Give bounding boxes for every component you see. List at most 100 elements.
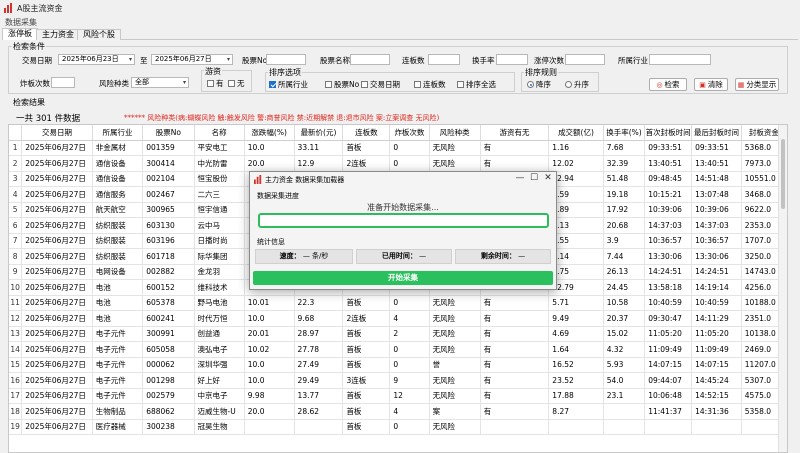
table-row[interactable]: 11 2025年06月27日 电池 605378 野马电池 10.01 22.3 首板 0 无风险… — [9, 295, 787, 311]
close-icon[interactable]: ✕ — [541, 173, 555, 183]
hot-money-no-checkbox[interactable]: 无 — [228, 79, 245, 88]
table-cell: 2025年06月27日 — [21, 310, 93, 327]
column-header[interactable]: 名称 — [194, 125, 245, 141]
search-button[interactable]: ◎ 检索 — [649, 78, 687, 91]
tab-main-capital[interactable]: 主力资金 — [36, 29, 80, 40]
stock-name-input[interactable] — [350, 54, 390, 65]
tab-limit-up[interactable]: 涨停板 — [2, 28, 38, 40]
table-cell: 14:19:14 — [691, 279, 742, 296]
sort-select-all-checkbox[interactable]: 排序全选 — [457, 80, 496, 89]
table-row[interactable]: 13 2025年06月27日 电子元件 300991 创益通 20.01 28.97 首板 2 无… — [9, 326, 787, 342]
table-cell: 首板 — [342, 357, 391, 373]
sort-trade-date-checkbox[interactable]: 交易日期 — [361, 80, 400, 89]
table-cell: 605378 — [142, 295, 195, 311]
table-row[interactable]: 2 2025年06月27日 通信设备 300414 中光防雷 20.0 12.9 2连板 0 无风… — [9, 155, 787, 172]
table-cell: 27.49 — [294, 357, 344, 373]
row-number: 14 — [9, 341, 23, 358]
table-cell: 300965 — [142, 202, 195, 218]
table-cell: 无风险 — [429, 341, 481, 358]
table-cell: 09:33:51 — [644, 140, 693, 156]
table-cell: 7.44 — [603, 248, 646, 265]
column-header[interactable]: 股票No — [142, 125, 195, 141]
sort-board-count-checkbox[interactable]: 连板数 — [414, 80, 446, 89]
table-cell: 14:31:36 — [691, 403, 742, 420]
table-cell: 2025年06月27日 — [21, 279, 93, 296]
column-header[interactable]: 首次封板时间 — [644, 125, 693, 141]
table-cell: 有 — [480, 326, 550, 342]
scroll-thumb[interactable] — [781, 139, 785, 209]
column-header[interactable]: 所属行业 — [92, 125, 144, 141]
sort-stock-no-checkbox[interactable]: 股票No — [325, 80, 359, 89]
table-cell: 22.3 — [294, 295, 344, 311]
table-row[interactable]: 16 2025年06月27日 电子元件 001298 好上好 10.0 29.49 3连板 9 无… — [9, 372, 787, 389]
column-header[interactable]: 换手率(%) — [603, 125, 646, 141]
remaining-stat: 剩余时间： — — [455, 249, 551, 264]
speed-stat: 速度： — 条/秒 — [255, 249, 353, 264]
table-cell: 13:58:18 — [644, 279, 693, 296]
row-number: 13 — [9, 326, 23, 342]
table-cell: 0 — [389, 419, 430, 435]
turnover-input[interactable] — [496, 54, 528, 65]
start-collect-button[interactable]: 开始采集 — [253, 271, 553, 285]
board-count-input[interactable] — [428, 54, 460, 65]
column-header[interactable] — [9, 125, 23, 141]
date-from-picker[interactable]: 2025年06月23日 ▾ — [58, 54, 135, 65]
burst-count-input[interactable] — [51, 77, 75, 88]
table-cell: 电子元件 — [92, 388, 144, 404]
table-row[interactable]: 19 2025年06月27日 医疗器械 300238 冠昊生物 首板 0 无风险 — [9, 419, 787, 435]
column-header[interactable]: 最后封板时间 — [691, 125, 742, 141]
risk-type-select[interactable]: 全部 ▾ — [131, 77, 189, 88]
table-cell: 14:37:03 — [691, 217, 742, 234]
table-row[interactable]: 1 2025年06月27日 非金属材 001359 平安电工 10.0 33.11 首板 0 无风… — [9, 140, 787, 156]
maximize-icon[interactable]: ☐ — [527, 173, 541, 183]
sort-rule-title: 排序规则 — [524, 67, 558, 78]
table-cell: 600241 — [142, 310, 195, 327]
table-cell: 4 — [389, 403, 430, 420]
sort-desc-radio[interactable]: 降序 — [527, 80, 551, 89]
column-header[interactable]: 最新价(元) — [294, 125, 344, 141]
column-header[interactable]: 炸板次数 — [389, 125, 430, 141]
clear-button[interactable]: ▣ 清除 — [694, 78, 728, 91]
table-cell: 0 — [389, 155, 430, 172]
tab-risk-stocks[interactable]: 风险个股 — [77, 29, 121, 40]
sort-industry-checkbox[interactable]: 所属行业 — [269, 80, 308, 89]
table-cell: 19.18 — [603, 186, 646, 203]
hot-money-yes-checkbox[interactable]: 有 — [207, 79, 224, 88]
table-row[interactable]: 17 2025年06月27日 电子元件 002579 中京电子 9.98 13.77 首板 12… — [9, 388, 787, 404]
table-row[interactable]: 18 2025年06月27日 生物制品 688062 迈威生物-U 20.0 28.62 首板… — [9, 403, 787, 420]
table-row[interactable]: 12 2025年06月27日 电池 600241 时代万恒 10.0 9.68 2连板 4 无风险… — [9, 310, 787, 327]
table-cell: 13:40:51 — [644, 155, 693, 172]
collect-loader-dialog: 主力资金 数据采集加载器 — ☐ ✕ 数据采集进度 准备开始数据采集... 统计… — [249, 171, 557, 290]
column-header[interactable]: 连板数 — [342, 125, 391, 141]
table-cell: 野马电池 — [194, 295, 245, 311]
table-cell: 通信设备 — [92, 155, 144, 172]
column-header[interactable]: 涨跌幅(%) — [244, 125, 295, 141]
minimize-icon[interactable]: — — [513, 173, 527, 183]
table-cell: 誉 — [429, 357, 481, 373]
date-to-picker[interactable]: 2025年06月27日 ▾ — [151, 54, 233, 65]
table-cell: 4 — [389, 310, 430, 327]
industry-input[interactable] — [649, 54, 711, 65]
table-cell — [480, 419, 550, 435]
table-cell: 案 — [429, 403, 481, 420]
table-row[interactable]: 14 2025年06月27日 电子元件 605058 澳弘电子 10.02 27.78 首板 0… — [9, 341, 787, 358]
column-header[interactable]: 游资有无 — [480, 125, 550, 141]
window-title: A股主流资金 — [17, 4, 63, 13]
table-cell: 7.68 — [603, 140, 646, 156]
table-cell: 28.62 — [294, 403, 344, 420]
column-header[interactable]: 成交额(亿) — [548, 125, 604, 141]
category-display-button[interactable]: ▦ 分类显示 — [735, 78, 779, 91]
table-row[interactable]: 15 2025年06月27日 电子元件 000062 深圳华强 10.0 27.49 首板 0 誉… — [9, 357, 787, 373]
limit-times-input[interactable] — [565, 54, 605, 65]
stock-no-input[interactable] — [266, 54, 306, 65]
table-cell: 11:09:49 — [691, 341, 742, 358]
table-cell: 14:52:15 — [691, 388, 742, 404]
vertical-scrollbar[interactable] — [778, 125, 787, 452]
table-cell: 17.92 — [603, 202, 646, 218]
table-cell: 有 — [480, 388, 550, 404]
elapsed-stat: 已用时间： — — [356, 249, 452, 264]
column-header[interactable]: 风险种类 — [429, 125, 481, 141]
menu-data-collect[interactable]: 数据采集 — [5, 17, 37, 28]
column-header[interactable]: 交易日期 — [21, 125, 93, 141]
sort-asc-radio[interactable]: 升序 — [565, 80, 589, 89]
